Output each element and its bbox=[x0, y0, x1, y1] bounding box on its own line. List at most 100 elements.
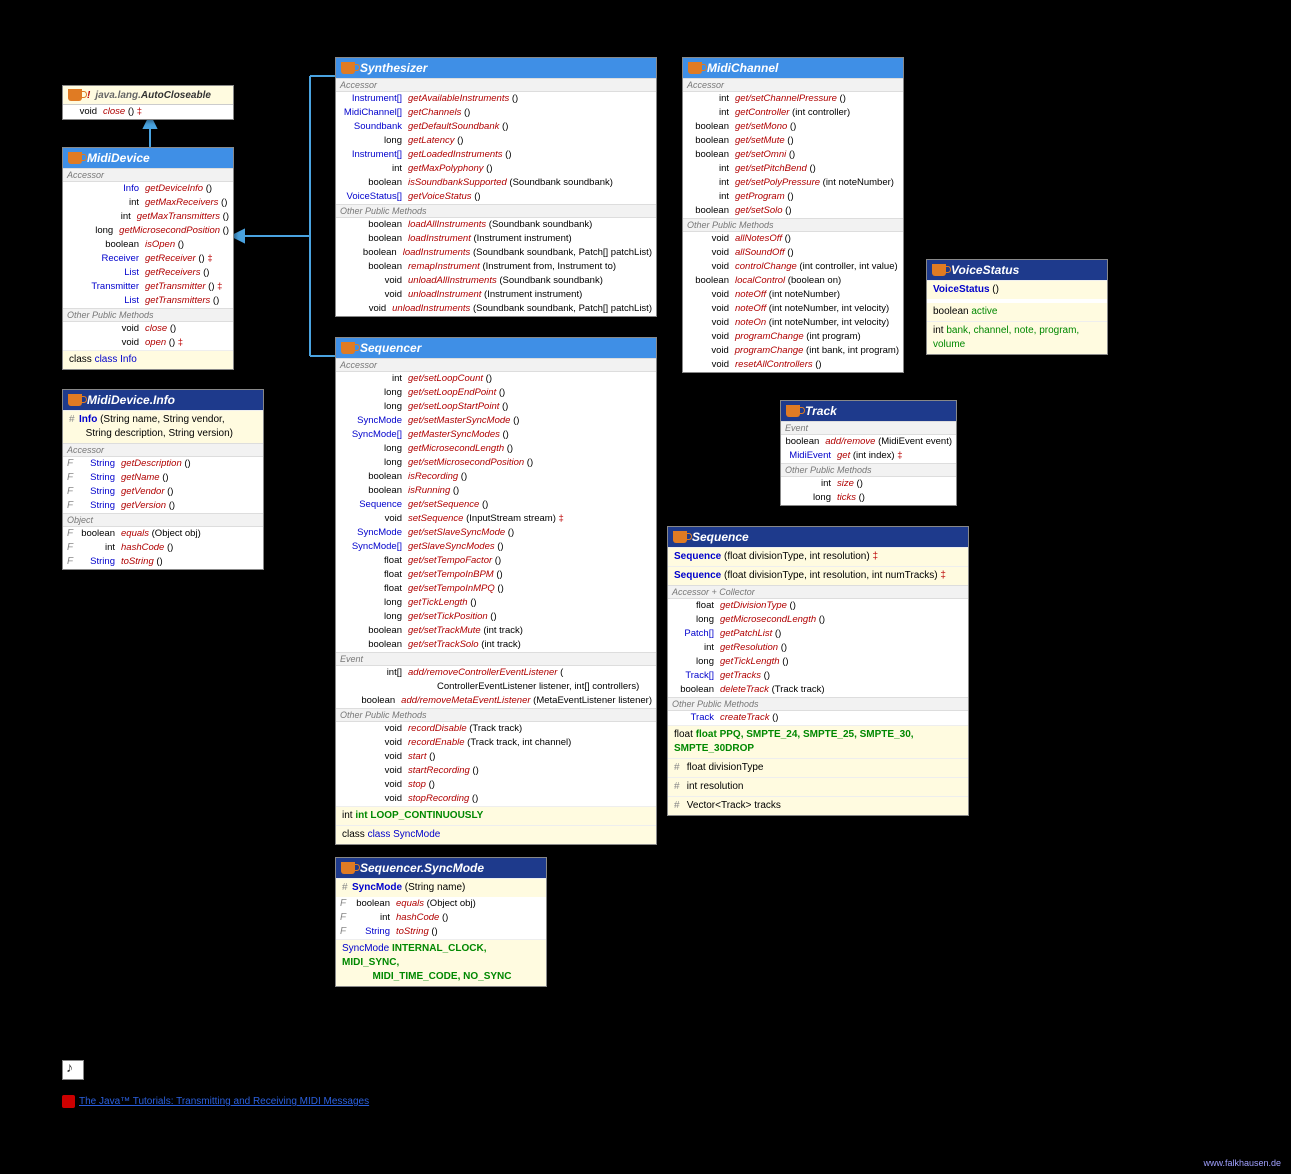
java-icon bbox=[68, 394, 82, 406]
oracle-icon bbox=[62, 1095, 75, 1108]
class-header: Sequence bbox=[668, 527, 968, 547]
constructor: #Info (String name, String vendor, Strin… bbox=[63, 410, 263, 443]
method-row: longgetMicrosecondLength () bbox=[336, 442, 656, 456]
method-row: TransmittergetTransmitter () ‡ bbox=[63, 280, 233, 294]
method-row: booleanadd/remove (MidiEvent event) bbox=[781, 435, 956, 449]
class-header: MidiChannel bbox=[683, 58, 903, 78]
credit-link[interactable]: www.falkhausen.de bbox=[1203, 1158, 1281, 1168]
method-row: voidnoteOff (int noteNumber, int velocit… bbox=[683, 302, 903, 316]
java-icon bbox=[673, 531, 687, 543]
method-row: voidnoteOff (int noteNumber) bbox=[683, 288, 903, 302]
method-row: ListgetReceivers () bbox=[63, 266, 233, 280]
method-row: Instrument[]getAvailableInstruments () bbox=[336, 92, 656, 106]
method-row: longget/setLoopEndPoint () bbox=[336, 386, 656, 400]
method-row: booleanisOpen () bbox=[63, 238, 233, 252]
method-row: booleanget/setTrackSolo (int track) bbox=[336, 638, 656, 652]
method-row: booleanlocalControl (boolean on) bbox=[683, 274, 903, 288]
section-header: Other Public Methods bbox=[781, 463, 956, 477]
method-row: intgetController (int controller) bbox=[683, 106, 903, 120]
section-header: Other Public Methods bbox=[336, 204, 656, 218]
method-row: longgetTickLength () bbox=[336, 596, 656, 610]
method-row: ReceivergetReceiver () ‡ bbox=[63, 252, 233, 266]
section-header: Other Public Methods bbox=[336, 708, 656, 722]
class-footer: SyncMode INTERNAL_CLOCK, MIDI_SYNC, MIDI… bbox=[336, 939, 546, 986]
method-row: voidrecordEnable (Track track, int chann… bbox=[336, 736, 656, 750]
tutorial-link[interactable]: The Java™ Tutorials: Transmitting and Re… bbox=[62, 1095, 369, 1108]
method-row: voidunloadAllInstruments (Soundbank soun… bbox=[336, 274, 656, 288]
method-row: Fbooleanequals (Object obj) bbox=[63, 527, 263, 541]
method-row: voidprogramChange (int program) bbox=[683, 330, 903, 344]
class-synthesizer: Synthesizer AccessorInstrument[]getAvail… bbox=[335, 57, 657, 317]
method-row: booleanget/setSolo () bbox=[683, 204, 903, 218]
class-header: VoiceStatus bbox=[927, 260, 1107, 280]
method-row: booleanget/setMute () bbox=[683, 134, 903, 148]
method-row: intgetMaxPolyphony () bbox=[336, 162, 656, 176]
method-row: booleanremapInstrument (Instrument from,… bbox=[336, 260, 656, 274]
section-header: Accessor + Collector bbox=[668, 585, 968, 599]
method-row: intget/setPitchBend () bbox=[683, 162, 903, 176]
method-row: Fbooleanequals (Object obj) bbox=[336, 897, 546, 911]
section-header: Accessor bbox=[683, 78, 903, 92]
class-footer: # int resolution bbox=[668, 777, 968, 796]
class-midichannel: MidiChannel Accessorintget/setChannelPre… bbox=[682, 57, 904, 373]
java-icon bbox=[68, 89, 82, 101]
class-footer: float float PPQ, SMPTE_24, SMPTE_25, SMP… bbox=[668, 725, 968, 758]
method-row: InfogetDeviceInfo () bbox=[63, 182, 233, 196]
method-row: intgetProgram () bbox=[683, 190, 903, 204]
method-row: intgetMaxTransmitters () bbox=[63, 210, 233, 224]
method-row: floatget/setTempoFactor () bbox=[336, 554, 656, 568]
method-row: FinthashCode () bbox=[336, 911, 546, 925]
method-row: voidallSoundOff () bbox=[683, 246, 903, 260]
method-row: voidunloadInstruments (Soundbank soundba… bbox=[336, 302, 656, 316]
section-header: Other Public Methods bbox=[63, 308, 233, 322]
java-icon bbox=[341, 862, 355, 874]
method-row: FStringgetVendor () bbox=[63, 485, 263, 499]
method-row: voidopen () ‡ bbox=[63, 336, 233, 350]
method-row: SyncMode[]getSlaveSyncModes () bbox=[336, 540, 656, 554]
method-row: floatget/setTempoInMPQ () bbox=[336, 582, 656, 596]
method-row: Instrument[]getLoadedInstruments () bbox=[336, 148, 656, 162]
class-header: Sequencer bbox=[336, 338, 656, 358]
method-row: booleanisRecording () bbox=[336, 470, 656, 484]
method-row: FStringtoString () bbox=[63, 555, 263, 569]
section-header: Event bbox=[781, 421, 956, 435]
method-row: intget/setLoopCount () bbox=[336, 372, 656, 386]
method-row: FStringgetVersion () bbox=[63, 499, 263, 513]
method-row: FStringgetName () bbox=[63, 471, 263, 485]
method-row: longget/setTickPosition () bbox=[336, 610, 656, 624]
method-row: longgetMicrosecondPosition () bbox=[63, 224, 233, 238]
method-row: TrackcreateTrack () bbox=[668, 711, 968, 725]
method-row: SyncModeget/setSlaveSyncMode () bbox=[336, 526, 656, 540]
section-header: Accessor bbox=[336, 78, 656, 92]
method-row: booleandeleteTrack (Track track) bbox=[668, 683, 968, 697]
method-row: intget/setPolyPressure (int noteNumber) bbox=[683, 176, 903, 190]
class-mididevice-info: MidiDevice.Info #Info (String name, Stri… bbox=[62, 389, 264, 570]
method-row: MidiChannel[]getChannels () bbox=[336, 106, 656, 120]
method-row: voidstopRecording () bbox=[336, 792, 656, 806]
class-sequence: Sequence Sequence (float divisionType, i… bbox=[667, 526, 969, 816]
method-row: FStringtoString () bbox=[336, 925, 546, 939]
java-icon bbox=[688, 62, 702, 74]
method-row: voidresetAllControllers () bbox=[683, 358, 903, 372]
method-row: ListgetTransmitters () bbox=[63, 294, 233, 308]
java-icon bbox=[341, 342, 355, 354]
method-row: voidstart () bbox=[336, 750, 656, 764]
class-voicestatus: VoiceStatus VoiceStatus () boolean activ… bbox=[926, 259, 1108, 355]
method-row: booleanloadAllInstruments (Soundbank sou… bbox=[336, 218, 656, 232]
java-icon bbox=[786, 405, 800, 417]
method-row: voidclose () ‡ bbox=[63, 105, 233, 119]
method-row: voidallNotesOff () bbox=[683, 232, 903, 246]
method-row: intget/setChannelPressure () bbox=[683, 92, 903, 106]
section-header: Event bbox=[336, 652, 656, 666]
method-row: intgetMaxReceivers () bbox=[63, 196, 233, 210]
method-row: voidstartRecording () bbox=[336, 764, 656, 778]
method-row: VoiceStatus[]getVoiceStatus () bbox=[336, 190, 656, 204]
constructor: #SyncMode (String name) bbox=[336, 878, 546, 897]
field: int bank, channel, note, program, volume bbox=[927, 321, 1107, 354]
method-row: voidprogramChange (int bank, int program… bbox=[683, 344, 903, 358]
method-row: booleanloadInstrument (Instrument instru… bbox=[336, 232, 656, 246]
method-row: voidunloadInstrument (Instrument instrum… bbox=[336, 288, 656, 302]
method-row: voidcontrolChange (int controller, int v… bbox=[683, 260, 903, 274]
method-row: int[]add/removeControllerEventListener (… bbox=[336, 666, 656, 694]
method-row: Patch[]getPatchList () bbox=[668, 627, 968, 641]
